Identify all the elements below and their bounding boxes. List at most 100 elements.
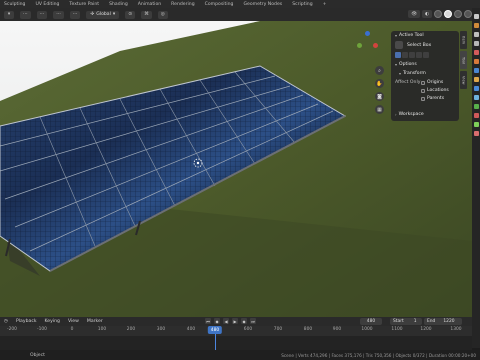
- proportional-edit-icon[interactable]: ◎: [157, 10, 168, 19]
- locations-checkbox[interactable]: Locations: [421, 88, 449, 93]
- play-icon[interactable]: ▶: [232, 318, 238, 324]
- playhead[interactable]: [215, 334, 216, 350]
- add-menu-button[interactable]: ⋯: [53, 10, 64, 19]
- camera-icon[interactable]: ◙: [375, 92, 384, 101]
- start-value: 1: [413, 319, 417, 324]
- perspective-icon[interactable]: ▦: [375, 105, 384, 114]
- tab-animation[interactable]: Animation: [138, 2, 161, 7]
- shading-rendered-icon[interactable]: [464, 10, 472, 18]
- checkbox-icon: [421, 80, 425, 85]
- options-header[interactable]: ▾ Options: [395, 62, 417, 67]
- material-properties-icon[interactable]: [473, 131, 479, 136]
- modifier-properties-icon[interactable]: [473, 86, 479, 91]
- current-frame-field[interactable]: 480: [360, 318, 382, 325]
- shading-material-icon[interactable]: [454, 10, 462, 18]
- select-box-tool-icon[interactable]: [395, 41, 403, 49]
- tab-rendering[interactable]: Rendering: [171, 2, 194, 7]
- viewport-header: ▾ ⋯ ⋯ ⋯ ⋯ ✣ Global ▾ ⊙ ⌘ ◎: [0, 8, 472, 21]
- select-mode-new-icon[interactable]: [395, 52, 401, 58]
- playback-menu[interactable]: Playback: [16, 319, 37, 324]
- select-mode-intersect-icon[interactable]: [423, 52, 429, 58]
- render-properties-icon[interactable]: [473, 23, 479, 28]
- keying-menu[interactable]: Keying: [45, 319, 60, 324]
- origins-checkbox[interactable]: Origins: [421, 80, 443, 85]
- parents-label: Parents: [427, 96, 445, 101]
- next-keyframe-icon[interactable]: ◆: [241, 318, 247, 324]
- timeline-ruler[interactable]: -200 -100 0 100 200 300 400 600 700 800 …: [0, 326, 472, 336]
- snap-icon[interactable]: ⌘: [141, 10, 152, 19]
- ruler-tick: 300: [156, 327, 166, 332]
- timeline-track-area[interactable]: [0, 336, 472, 350]
- tab-compositing[interactable]: Compositing: [205, 2, 234, 7]
- gizmo-x-axis[interactable]: [373, 43, 378, 48]
- chevron-down-icon: ▾: [399, 71, 402, 76]
- tab-sculpting[interactable]: Sculpting: [4, 2, 25, 7]
- shading-solid-icon[interactable]: [444, 10, 452, 18]
- orientation-icon: ✣: [90, 12, 95, 17]
- mode-select-button[interactable]: ▾: [4, 10, 14, 19]
- current-frame-indicator[interactable]: 480: [207, 326, 223, 334]
- gizmo-z-axis[interactable]: [365, 31, 370, 36]
- prev-keyframe-icon[interactable]: ◆: [214, 318, 220, 324]
- pan-icon[interactable]: ✋: [375, 79, 384, 88]
- transform-pivot-icon[interactable]: ⊙: [125, 10, 136, 19]
- view-layer-icon[interactable]: [473, 41, 479, 46]
- sidebar-n-panel: ▾ Active Tool Select Box ▾ Options ▾ Tra…: [391, 31, 459, 121]
- options-title: Options: [399, 62, 417, 67]
- active-tool-header[interactable]: ▾ Active Tool: [395, 33, 424, 38]
- object-menu-button[interactable]: ⋯: [69, 10, 81, 19]
- ruler-tick: 0: [70, 327, 74, 332]
- jump-end-icon[interactable]: ⏭: [250, 318, 256, 324]
- scene-properties-icon[interactable]: [473, 50, 479, 55]
- overlay-icon[interactable]: ◐: [421, 10, 432, 18]
- object-properties-icon[interactable]: [473, 77, 479, 82]
- collection-properties-icon[interactable]: [473, 68, 479, 73]
- timeline-editor-icon[interactable]: ◷: [4, 319, 8, 324]
- tab-scripting[interactable]: Scripting: [292, 2, 312, 7]
- jump-start-icon[interactable]: ⏮: [205, 318, 211, 324]
- tab-tool[interactable]: Tool: [460, 51, 467, 69]
- view-menu-button[interactable]: ⋯: [20, 10, 31, 19]
- shading-wireframe-icon[interactable]: [434, 10, 442, 18]
- select-mode-invert-icon[interactable]: [416, 52, 422, 58]
- zoom-icon[interactable]: ⌕: [375, 66, 384, 75]
- transform-header[interactable]: ▾ Transform: [399, 71, 426, 76]
- ruler-tick: 700: [273, 327, 283, 332]
- viewport-shading-group: 👁 ◐: [408, 10, 472, 18]
- chevron-down-icon: ▾: [395, 33, 398, 38]
- marker-menu[interactable]: Marker: [87, 319, 103, 324]
- tab-geometry-nodes[interactable]: Geometry Nodes: [243, 2, 282, 7]
- ruler-tick: 400: [186, 327, 196, 332]
- navigation-gizmo[interactable]: [355, 31, 379, 55]
- tab-item[interactable]: Item: [460, 31, 467, 49]
- physics-properties-icon[interactable]: [473, 104, 479, 109]
- world-properties-icon[interactable]: [473, 59, 479, 64]
- tool-properties-icon[interactable]: [473, 14, 479, 19]
- transform-orientation-select[interactable]: ✣ Global ▾: [86, 10, 120, 19]
- select-mode-extend-icon[interactable]: [402, 52, 408, 58]
- parents-checkbox[interactable]: Parents: [421, 96, 444, 101]
- output-properties-icon[interactable]: [473, 32, 479, 37]
- ruler-tick: 100: [97, 327, 107, 332]
- end-frame-field[interactable]: End 1220: [424, 318, 462, 325]
- select-mode-subtract-icon[interactable]: [409, 52, 415, 58]
- tab-uv-editing[interactable]: UV Editing: [35, 2, 59, 7]
- data-properties-icon[interactable]: [473, 122, 479, 127]
- tab-view[interactable]: View: [460, 71, 467, 89]
- ruler-tick: 600: [243, 327, 253, 332]
- select-box-label: Select Box: [407, 43, 432, 48]
- tab-texture-paint[interactable]: Texture Paint: [69, 2, 99, 7]
- ruler-tick: 900: [332, 327, 342, 332]
- start-frame-field[interactable]: Start 1: [390, 318, 422, 325]
- constraints-properties-icon[interactable]: [473, 113, 479, 118]
- end-value: 1220: [443, 319, 455, 324]
- add-workspace-icon[interactable]: +: [323, 2, 327, 7]
- particles-properties-icon[interactable]: [473, 95, 479, 100]
- play-reverse-icon[interactable]: ◀: [223, 318, 229, 324]
- workspace-header[interactable]: › Workspace: [395, 112, 424, 117]
- gizmo-y-axis[interactable]: [357, 43, 362, 48]
- visibility-icon[interactable]: 👁: [408, 10, 420, 18]
- view-menu[interactable]: View: [68, 319, 79, 324]
- select-menu-button[interactable]: ⋯: [36, 10, 48, 19]
- tab-shading[interactable]: Shading: [109, 2, 128, 7]
